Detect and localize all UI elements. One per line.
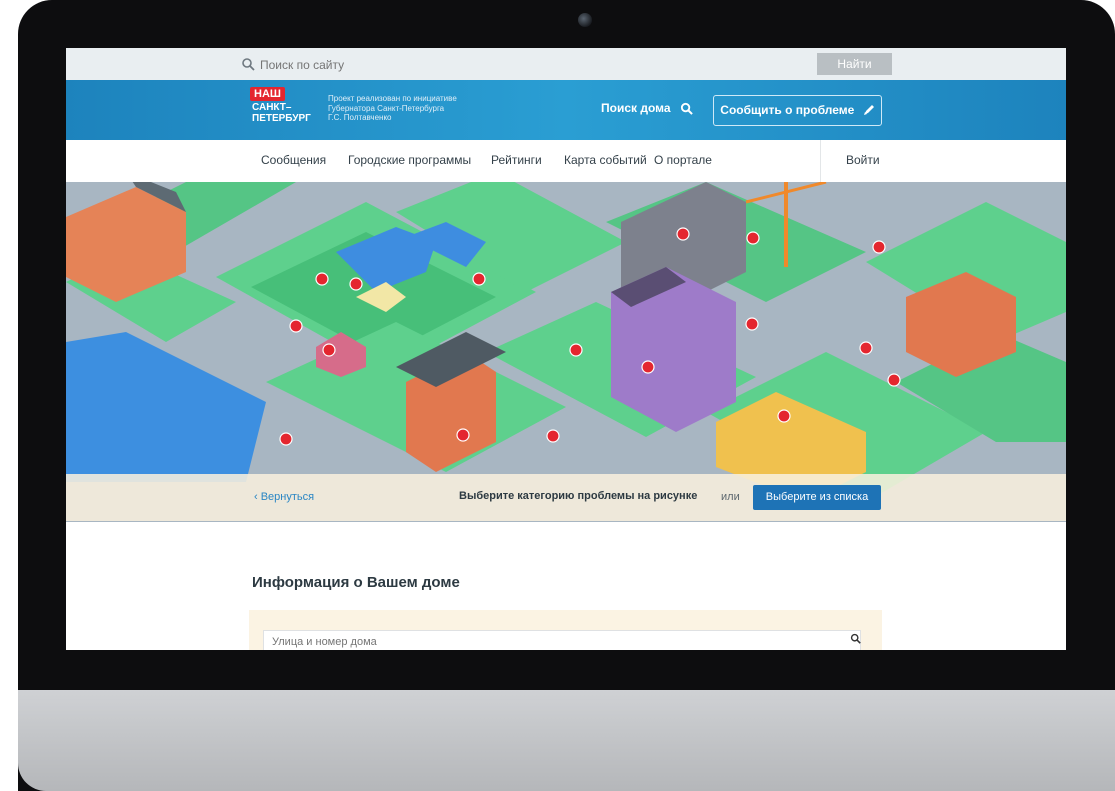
pencil-icon — [863, 105, 874, 115]
choose-from-list-button[interactable]: Выберите из списка — [753, 485, 881, 510]
main-nav: Сообщения Городские программы Рейтинги К… — [66, 140, 1066, 183]
back-link[interactable]: ‹ Вернуться — [254, 491, 314, 503]
tagline-line-3: Г.С. Полтавченко — [328, 113, 392, 122]
header: НАШ САНКТ– ПЕТЕРБУРГ Проект реализован п… — [66, 80, 1066, 140]
nav-item-ratings[interactable]: Рейтинги — [491, 153, 542, 167]
tagline-line-2: Губернатора Санкт-Петербурга — [328, 103, 445, 113]
search-icon — [680, 102, 693, 115]
or-label: или — [721, 491, 740, 503]
browser-screen: Найти НАШ САНКТ– ПЕТЕРБУРГ Проект реализ… — [66, 48, 1066, 650]
nav-item-city-programs[interactable]: Городские программы — [348, 153, 471, 167]
monitor-chin — [18, 690, 1115, 791]
house-info-title: Информация о Вашем доме — [252, 574, 460, 591]
search-icon[interactable] — [850, 633, 861, 644]
find-button[interactable]: Найти — [817, 53, 892, 75]
nav-item-events-map[interactable]: Карта событий — [564, 153, 647, 167]
login-link[interactable]: Войти — [846, 153, 880, 167]
logo-text-1: НАШ — [250, 87, 285, 101]
house-info-panel — [249, 610, 882, 650]
webcam — [578, 13, 592, 27]
nav-item-messages[interactable]: Сообщения — [261, 153, 326, 167]
search-icon — [242, 58, 255, 71]
city-map — [66, 182, 1066, 522]
site-search-bar: Найти — [66, 48, 1066, 80]
city-map-illustration: ‹ Вернуться Выберите категорию проблемы … — [66, 182, 1066, 522]
site-search-input[interactable] — [258, 55, 822, 75]
tagline: Проект реализован по инициативе Губернат… — [328, 94, 457, 123]
logo-text-2: САНКТ– — [252, 102, 292, 113]
address-input[interactable] — [263, 630, 861, 650]
category-prompt: Выберите категорию проблемы на рисунке — [459, 490, 698, 502]
report-problem-label: Сообщить о проблеме — [720, 103, 855, 117]
house-search-label: Поиск дома — [601, 101, 671, 115]
house-search-link[interactable]: Поиск дома — [601, 101, 693, 115]
nav-divider — [820, 140, 821, 182]
site-logo[interactable]: НАШ САНКТ– ПЕТЕРБУРГ — [250, 87, 311, 133]
nav-item-about[interactable]: О портале — [654, 153, 712, 167]
category-bar: ‹ Вернуться Выберите категорию проблемы … — [66, 474, 1066, 521]
report-problem-button[interactable]: Сообщить о проблеме — [713, 95, 882, 126]
logo-text-3: ПЕТЕРБУРГ — [252, 113, 311, 124]
tagline-line-1: Проект реализован по инициативе — [328, 94, 457, 103]
